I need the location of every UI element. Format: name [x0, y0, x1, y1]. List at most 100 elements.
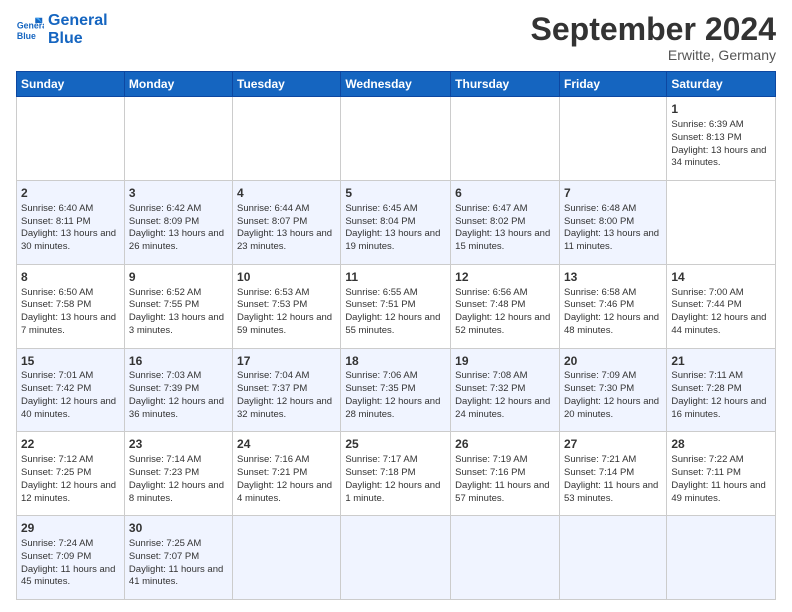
day-number: 4	[237, 185, 336, 202]
day-info: Sunrise: 7:00 AMSunset: 7:44 PMDaylight:…	[671, 287, 771, 338]
calendar-cell	[451, 516, 560, 600]
day-number: 14	[671, 269, 771, 286]
day-info: Sunrise: 7:12 AMSunset: 7:25 PMDaylight:…	[21, 454, 120, 505]
day-info: Sunrise: 7:22 AMSunset: 7:11 PMDaylight:…	[671, 454, 771, 505]
logo-wordmark: General Blue	[48, 12, 108, 47]
day-info: Sunrise: 6:47 AMSunset: 8:02 PMDaylight:…	[455, 203, 555, 254]
day-info: Sunrise: 7:17 AMSunset: 7:18 PMDaylight:…	[345, 454, 446, 505]
day-info: Sunrise: 7:25 AMSunset: 7:07 PMDaylight:…	[129, 538, 228, 589]
day-info: Sunrise: 7:04 AMSunset: 7:37 PMDaylight:…	[237, 370, 336, 421]
day-number: 21	[671, 353, 771, 370]
calendar-cell: 16Sunrise: 7:03 AMSunset: 7:39 PMDayligh…	[124, 348, 232, 432]
month-title: September 2024	[531, 12, 776, 47]
day-number: 1	[671, 101, 771, 118]
day-info: Sunrise: 6:48 AMSunset: 8:00 PMDaylight:…	[564, 203, 662, 254]
calendar-cell	[559, 516, 666, 600]
calendar-cell: 9Sunrise: 6:52 AMSunset: 7:55 PMDaylight…	[124, 264, 232, 348]
day-info: Sunrise: 6:52 AMSunset: 7:55 PMDaylight:…	[129, 287, 228, 338]
day-number: 6	[455, 185, 555, 202]
day-info: Sunrise: 6:45 AMSunset: 8:04 PMDaylight:…	[345, 203, 446, 254]
calendar-cell: 25Sunrise: 7:17 AMSunset: 7:18 PMDayligh…	[341, 432, 451, 516]
day-number: 15	[21, 353, 120, 370]
day-number: 5	[345, 185, 446, 202]
calendar-cell: 2Sunrise: 6:40 AMSunset: 8:11 PMDaylight…	[17, 180, 125, 264]
day-info: Sunrise: 7:01 AMSunset: 7:42 PMDaylight:…	[21, 370, 120, 421]
day-info: Sunrise: 6:44 AMSunset: 8:07 PMDaylight:…	[237, 203, 336, 254]
calendar-cell: 29Sunrise: 7:24 AMSunset: 7:09 PMDayligh…	[17, 516, 125, 600]
logo-icon: General Blue	[16, 16, 44, 44]
calendar-cell	[233, 97, 341, 181]
calendar-cell: 11Sunrise: 6:55 AMSunset: 7:51 PMDayligh…	[341, 264, 451, 348]
day-number: 24	[237, 436, 336, 453]
day-number: 19	[455, 353, 555, 370]
calendar-cell: 1Sunrise: 6:39 AMSunset: 8:13 PMDaylight…	[667, 97, 776, 181]
calendar-cell: 19Sunrise: 7:08 AMSunset: 7:32 PMDayligh…	[451, 348, 560, 432]
calendar-cell	[341, 97, 451, 181]
day-number: 28	[671, 436, 771, 453]
logo: General Blue General Blue	[16, 12, 108, 47]
day-info: Sunrise: 6:50 AMSunset: 7:58 PMDaylight:…	[21, 287, 120, 338]
calendar-cell: 24Sunrise: 7:16 AMSunset: 7:21 PMDayligh…	[233, 432, 341, 516]
calendar-cell: 26Sunrise: 7:19 AMSunset: 7:16 PMDayligh…	[451, 432, 560, 516]
calendar-cell: 13Sunrise: 6:58 AMSunset: 7:46 PMDayligh…	[559, 264, 666, 348]
calendar-cell: 5Sunrise: 6:45 AMSunset: 8:04 PMDaylight…	[341, 180, 451, 264]
calendar-cell: 17Sunrise: 7:04 AMSunset: 7:37 PMDayligh…	[233, 348, 341, 432]
weekday-header-monday: Monday	[124, 72, 232, 97]
weekday-header-sunday: Sunday	[17, 72, 125, 97]
calendar-cell	[559, 97, 666, 181]
calendar-cell: 23Sunrise: 7:14 AMSunset: 7:23 PMDayligh…	[124, 432, 232, 516]
day-info: Sunrise: 6:39 AMSunset: 8:13 PMDaylight:…	[671, 119, 771, 170]
weekday-header-wednesday: Wednesday	[341, 72, 451, 97]
calendar-cell: 4Sunrise: 6:44 AMSunset: 8:07 PMDaylight…	[233, 180, 341, 264]
day-number: 29	[21, 520, 120, 537]
day-info: Sunrise: 6:58 AMSunset: 7:46 PMDaylight:…	[564, 287, 662, 338]
day-number: 18	[345, 353, 446, 370]
calendar-cell: 7Sunrise: 6:48 AMSunset: 8:00 PMDaylight…	[559, 180, 666, 264]
day-info: Sunrise: 6:53 AMSunset: 7:53 PMDaylight:…	[237, 287, 336, 338]
day-info: Sunrise: 7:21 AMSunset: 7:14 PMDaylight:…	[564, 454, 662, 505]
day-info: Sunrise: 7:09 AMSunset: 7:30 PMDaylight:…	[564, 370, 662, 421]
calendar-cell: 8Sunrise: 6:50 AMSunset: 7:58 PMDaylight…	[17, 264, 125, 348]
day-number: 16	[129, 353, 228, 370]
day-number: 17	[237, 353, 336, 370]
title-block: September 2024 Erwitte, Germany	[531, 12, 776, 63]
day-number: 26	[455, 436, 555, 453]
day-number: 7	[564, 185, 662, 202]
calendar-cell: 12Sunrise: 6:56 AMSunset: 7:48 PMDayligh…	[451, 264, 560, 348]
day-info: Sunrise: 6:56 AMSunset: 7:48 PMDaylight:…	[455, 287, 555, 338]
calendar-cell: 30Sunrise: 7:25 AMSunset: 7:07 PMDayligh…	[124, 516, 232, 600]
day-number: 12	[455, 269, 555, 286]
calendar-cell: 6Sunrise: 6:47 AMSunset: 8:02 PMDaylight…	[451, 180, 560, 264]
day-info: Sunrise: 7:11 AMSunset: 7:28 PMDaylight:…	[671, 370, 771, 421]
day-info: Sunrise: 7:06 AMSunset: 7:35 PMDaylight:…	[345, 370, 446, 421]
day-info: Sunrise: 6:42 AMSunset: 8:09 PMDaylight:…	[129, 203, 228, 254]
day-number: 23	[129, 436, 228, 453]
calendar-cell	[233, 516, 341, 600]
calendar-cell: 22Sunrise: 7:12 AMSunset: 7:25 PMDayligh…	[17, 432, 125, 516]
calendar-cell	[124, 97, 232, 181]
day-number: 3	[129, 185, 228, 202]
calendar-cell: 28Sunrise: 7:22 AMSunset: 7:11 PMDayligh…	[667, 432, 776, 516]
day-number: 30	[129, 520, 228, 537]
day-number: 9	[129, 269, 228, 286]
weekday-header-thursday: Thursday	[451, 72, 560, 97]
day-info: Sunrise: 7:16 AMSunset: 7:21 PMDaylight:…	[237, 454, 336, 505]
day-info: Sunrise: 7:14 AMSunset: 7:23 PMDaylight:…	[129, 454, 228, 505]
svg-text:Blue: Blue	[17, 30, 36, 40]
calendar-table: SundayMondayTuesdayWednesdayThursdayFrid…	[16, 71, 776, 600]
day-number: 8	[21, 269, 120, 286]
day-number: 13	[564, 269, 662, 286]
day-number: 11	[345, 269, 446, 286]
day-info: Sunrise: 6:55 AMSunset: 7:51 PMDaylight:…	[345, 287, 446, 338]
calendar-cell	[341, 516, 451, 600]
calendar-week-3: 8Sunrise: 6:50 AMSunset: 7:58 PMDaylight…	[17, 264, 776, 348]
calendar-cell	[451, 97, 560, 181]
day-info: Sunrise: 7:08 AMSunset: 7:32 PMDaylight:…	[455, 370, 555, 421]
day-info: Sunrise: 7:24 AMSunset: 7:09 PMDaylight:…	[21, 538, 120, 589]
weekday-header-tuesday: Tuesday	[233, 72, 341, 97]
day-number: 20	[564, 353, 662, 370]
location-subtitle: Erwitte, Germany	[531, 47, 776, 63]
day-number: 27	[564, 436, 662, 453]
calendar-week-5: 22Sunrise: 7:12 AMSunset: 7:25 PMDayligh…	[17, 432, 776, 516]
calendar-cell: 14Sunrise: 7:00 AMSunset: 7:44 PMDayligh…	[667, 264, 776, 348]
